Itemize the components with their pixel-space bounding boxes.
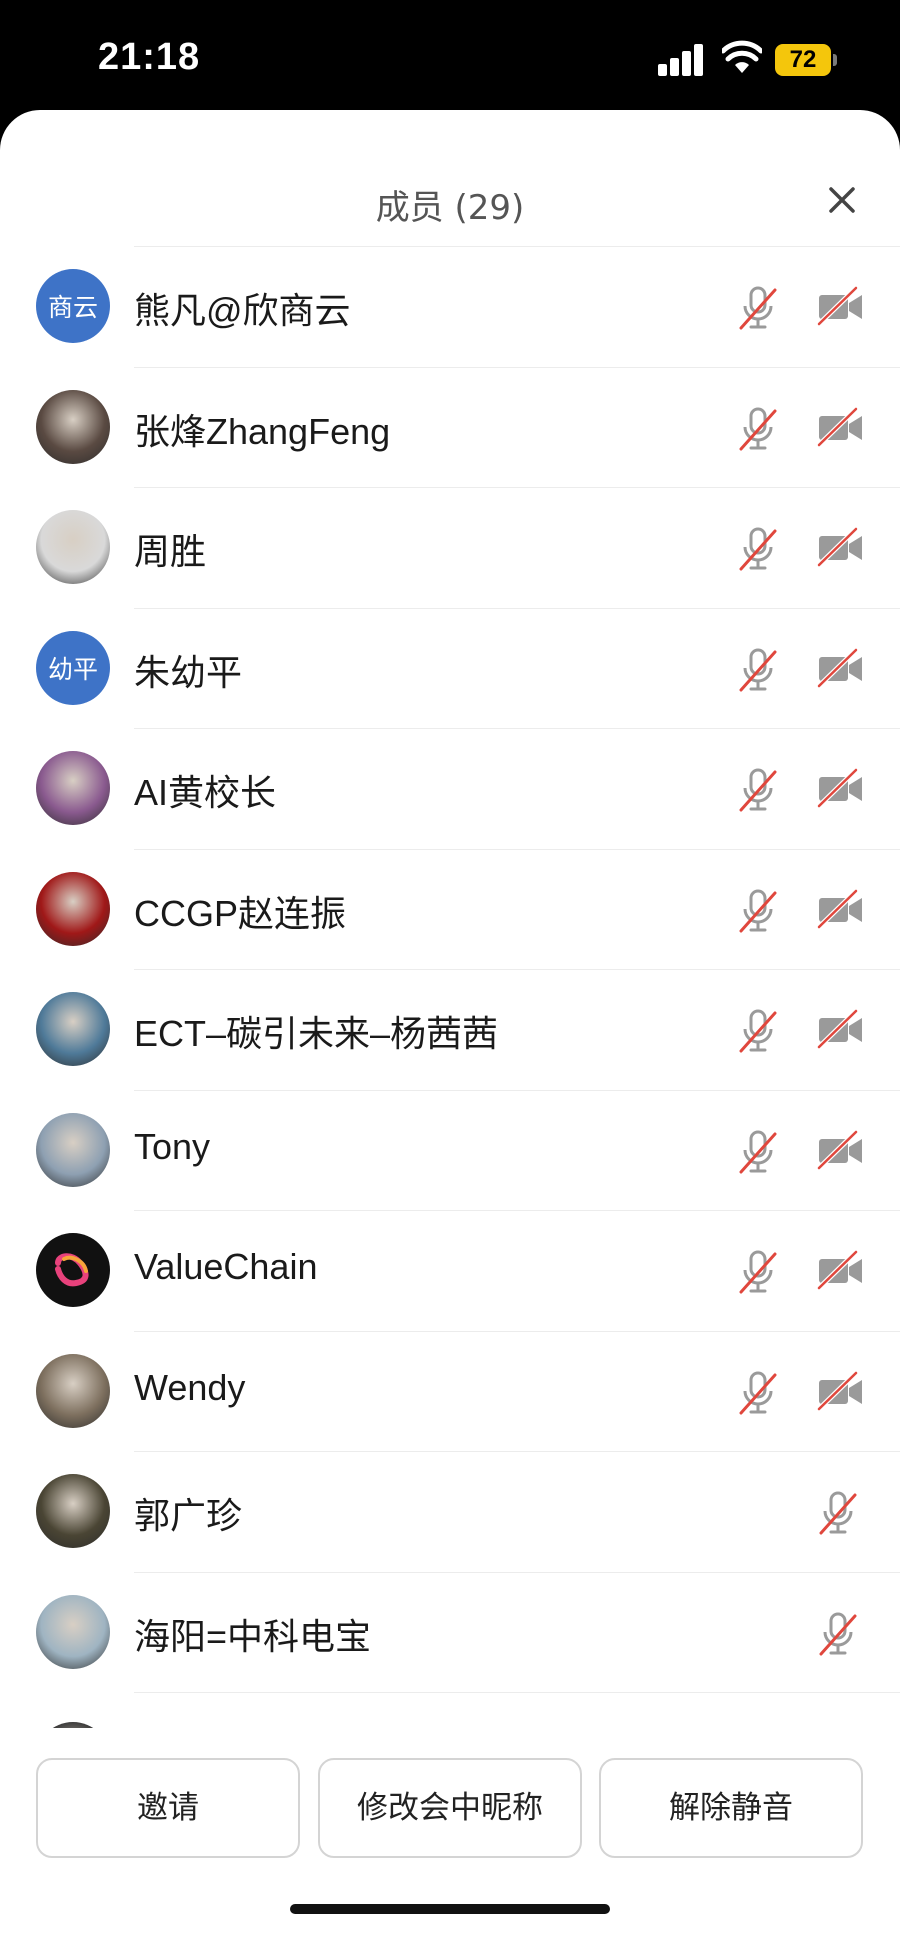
row-divider — [134, 969, 900, 970]
member-name: 张烽ZhangFeng — [134, 410, 391, 452]
mic-muted-icon — [736, 766, 780, 814]
mic-muted-icon — [736, 525, 780, 573]
camera-off-icon — [816, 1250, 866, 1290]
cellular-signal-icon — [658, 44, 704, 76]
member-name: ValueChain — [134, 1246, 318, 1287]
member-name: 周胜 — [134, 531, 207, 572]
member-name: 海阳=中科电宝 — [134, 1615, 372, 1657]
status-bar: 21:18 72 — [0, 0, 900, 115]
members-sheet: 成员 (29) 商云 熊凡@欣商云 张烽ZhangFeng 周胜幼平 朱幼平 AI黄校长 C… — [0, 110, 900, 1948]
battery-level: 72 — [775, 44, 831, 76]
member-row[interactable]: Tony — [0, 1089, 900, 1211]
member-list: 商云 熊凡@欣商云 张烽ZhangFeng 周胜幼平 朱幼平 AI黄校长 CCGP赵连振 EC… — [0, 246, 900, 1728]
rename-button[interactable]: 修改会中昵称 — [318, 1758, 582, 1858]
member-name: Wendy — [134, 1366, 246, 1408]
camera-off-icon — [816, 1009, 866, 1049]
camera-off-icon — [816, 527, 866, 567]
mic-muted-icon — [736, 887, 780, 935]
avatar — [36, 510, 110, 584]
home-indicator — [290, 1904, 610, 1914]
row-divider — [134, 728, 900, 729]
battery-icon: 72 — [775, 44, 837, 76]
row-divider — [134, 1571, 900, 1573]
member-row[interactable]: 幼平 朱幼平 — [0, 607, 900, 729]
row-divider — [134, 848, 900, 850]
sheet-header: 成员 (29) — [0, 110, 900, 246]
member-row[interactable]: 郭广珍 — [0, 1451, 900, 1572]
member-name: 朱幼平 — [134, 651, 243, 693]
unmute-button[interactable]: 解除静音 — [599, 1758, 863, 1858]
mic-muted-icon — [736, 1248, 780, 1296]
page-title: 成员 (29) — [375, 188, 525, 228]
member-name: CCGP赵连振 — [134, 892, 347, 934]
mic-muted-icon — [816, 1489, 860, 1537]
member-row[interactable]: 周胜 — [0, 487, 900, 608]
member-row[interactable]: ECT–碳引未来–杨茜茜 — [0, 969, 900, 1090]
member-name: ECT–碳引未来–杨茜茜 — [134, 1013, 499, 1054]
avatar — [36, 1594, 110, 1669]
footer-actions: 邀请 修改会中昵称 解除静音 — [0, 1728, 900, 1948]
row-divider — [134, 1692, 900, 1693]
row-divider — [134, 366, 900, 368]
row-divider — [134, 246, 900, 247]
avatar — [36, 871, 110, 946]
avatar: 幼平 — [36, 630, 110, 705]
mic-muted-icon — [736, 1007, 780, 1055]
status-time: 21:18 — [98, 36, 201, 78]
invite-button[interactable]: 邀请 — [36, 1758, 300, 1858]
mic-muted-icon — [816, 1610, 860, 1658]
member-name: AI黄校长 — [134, 772, 277, 813]
member-row[interactable]: 张烽ZhangFeng — [0, 366, 900, 488]
avatar — [36, 389, 110, 464]
member-row[interactable]: AI黄校长 — [0, 728, 900, 849]
member-row[interactable]: CCGP赵连振 — [0, 848, 900, 970]
camera-off-icon — [816, 647, 866, 688]
avatar-initials: 幼平 — [47, 654, 98, 684]
wifi-icon — [722, 40, 762, 73]
mic-muted-icon — [736, 646, 780, 694]
member-row[interactable]: Wendy — [0, 1330, 900, 1452]
close-icon[interactable] — [822, 180, 862, 220]
member-row[interactable] — [0, 1692, 900, 1728]
member-row[interactable]: 商云 熊凡@欣商云 — [0, 246, 900, 367]
avatar-initials: 商云 — [47, 293, 98, 322]
avatar — [36, 992, 110, 1066]
row-divider — [134, 1330, 900, 1332]
member-name: 郭广珍 — [134, 1495, 243, 1536]
camera-off-icon — [816, 286, 866, 326]
mic-muted-icon — [736, 1128, 780, 1176]
camera-off-icon — [816, 888, 866, 929]
avatar — [36, 1353, 110, 1428]
avatar — [36, 751, 110, 825]
row-divider — [134, 1089, 900, 1091]
mic-muted-icon — [736, 284, 780, 332]
member-name: Tony — [134, 1125, 211, 1167]
camera-off-icon — [816, 768, 866, 808]
avatar — [36, 1112, 110, 1187]
camera-off-icon — [816, 1370, 866, 1411]
row-divider — [134, 1451, 900, 1452]
member-row[interactable]: 海阳=中科电宝 — [0, 1571, 900, 1693]
member-row[interactable]: ValueChain — [0, 1210, 900, 1331]
avatar — [36, 1233, 110, 1307]
mic-muted-icon — [736, 1369, 780, 1417]
camera-off-icon — [816, 406, 866, 447]
member-name: 熊凡@欣商云 — [134, 290, 351, 331]
avatar: 商云 — [36, 269, 110, 343]
row-divider — [134, 607, 900, 609]
mic-muted-icon — [736, 405, 780, 453]
row-divider — [134, 1210, 900, 1211]
camera-off-icon — [816, 1129, 866, 1170]
avatar — [36, 1474, 110, 1548]
row-divider — [134, 487, 900, 488]
